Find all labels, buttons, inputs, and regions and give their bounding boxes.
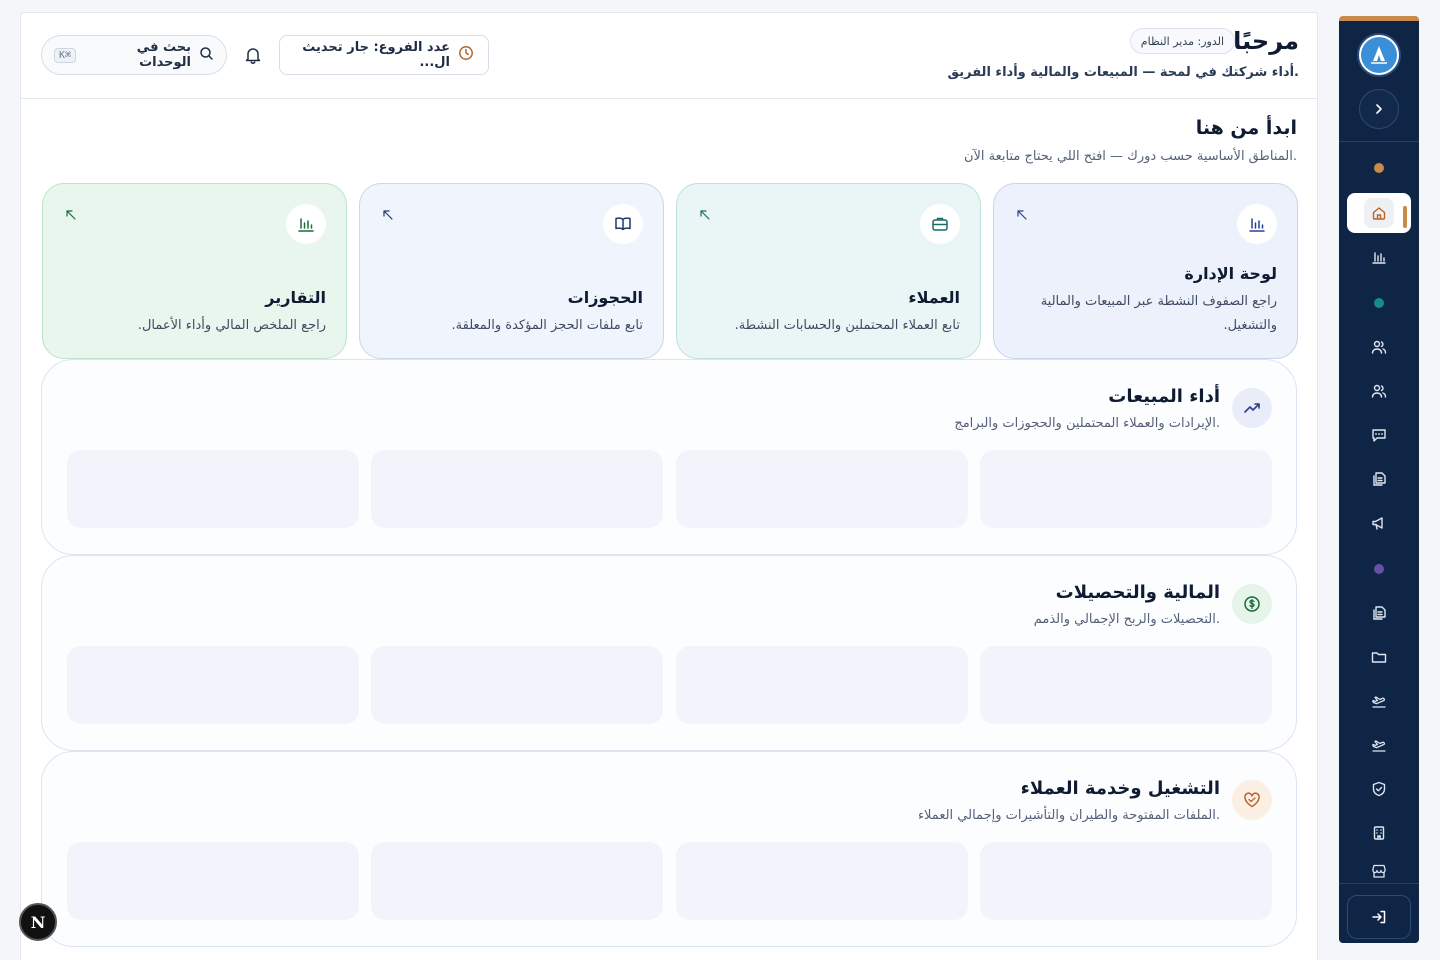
- page-subtitle: أداء شركتك في لمحة — المبيعات والمالية و…: [947, 65, 1299, 80]
- arrow-up-left-icon: [65, 206, 77, 220]
- heart-handshake-icon: [1232, 780, 1272, 820]
- finance-section: المالية والتحصيلات التحصيلات والربح الإج…: [41, 555, 1297, 751]
- users-icon: [1371, 340, 1387, 354]
- megaphone-icon: [1372, 517, 1383, 530]
- arrow-up-left-icon: [1016, 206, 1028, 220]
- book-icon: [603, 204, 643, 244]
- section-title: التشغيل وخدمة العملاء: [1020, 778, 1220, 799]
- search-shortcut: K⌘: [54, 47, 77, 63]
- kpi-skeleton: [676, 646, 968, 724]
- branch-count-box[interactable]: عدد الفروع: جار تحديث ال...: [279, 35, 489, 75]
- trending-up-icon: [1232, 388, 1272, 428]
- section-title: أداء المبيعات: [1108, 386, 1220, 407]
- files-icon: [1373, 472, 1386, 486]
- kpi-skeleton: [676, 842, 968, 920]
- message-icon: [1372, 429, 1386, 442]
- sidebar-item-home[interactable]: [1347, 193, 1411, 233]
- section-title: المالية والتحصيلات: [1055, 582, 1220, 603]
- module-search[interactable]: K⌘ بحث في الوحدات: [41, 35, 227, 75]
- clock-icon: [458, 45, 474, 65]
- arrow-up-left-icon: [699, 206, 711, 220]
- plane-icon: [1372, 740, 1386, 752]
- sidebar-item-branches[interactable]: [1347, 813, 1411, 853]
- bell-icon[interactable]: [243, 45, 263, 65]
- sidebar-divider: [1339, 883, 1419, 884]
- sidebar-item-campaigns[interactable]: [1347, 503, 1411, 543]
- store-icon: [1372, 864, 1386, 878]
- nav-group-dot: [1374, 163, 1384, 173]
- nav-group-dot: [1374, 564, 1384, 574]
- search-icon: [199, 46, 214, 65]
- operations-section: التشغيل وخدمة العملاء الملفات المفتوحة و…: [41, 751, 1297, 947]
- sidebar: [1339, 16, 1419, 943]
- kpi-skeleton: [371, 450, 663, 528]
- sidebar-item-store[interactable]: [1347, 857, 1411, 881]
- section-subtitle: الإيرادات والعملاء المحتملين والحجوزات و…: [954, 416, 1220, 431]
- quick-card-title: التقارير: [265, 288, 326, 307]
- nav-group-dot: [1374, 298, 1384, 308]
- sidebar-item-messages[interactable]: [1347, 415, 1411, 455]
- sidebar-item-folders[interactable]: [1347, 637, 1411, 677]
- role-badge: الدور: مدير النظام: [1129, 28, 1235, 54]
- page-header: مرحبًا الدور: مدير النظام أداء شركتك في …: [21, 13, 1317, 99]
- kpi-skeleton: [67, 646, 359, 724]
- shield-check-icon: [1372, 781, 1386, 797]
- sidebar-item-customers[interactable]: [1347, 327, 1411, 367]
- kpi-skeleton: [371, 842, 663, 920]
- sidebar-item-documents[interactable]: [1347, 459, 1411, 499]
- quick-card-title: العملاء: [908, 288, 960, 307]
- logout-icon: [1372, 910, 1386, 924]
- quick-card-admin-dashboard[interactable]: لوحة الإدارة راجع الصفوف النشطة عبر المب…: [993, 183, 1298, 359]
- kpi-skeleton: [371, 646, 663, 724]
- branch-count-label: عدد الفروع: جار تحديث ال...: [302, 40, 450, 70]
- section-subtitle: الملفات المفتوحة والطيران والتأشيرات وإج…: [917, 808, 1220, 823]
- quick-card-desc: راجع الملخص المالي وأداء الأعمال.: [137, 318, 326, 333]
- sidebar-divider: [1339, 141, 1419, 142]
- search-label: بحث في الوحدات: [136, 40, 191, 70]
- bar-chart-icon: [286, 204, 326, 244]
- quick-card-desc: تابع العملاء المحتملين والحسابات النشطة.: [734, 318, 960, 333]
- sidebar-item-visas[interactable]: [1347, 769, 1411, 809]
- main-panel: مرحبًا الدور: مدير النظام أداء شركتك في …: [20, 12, 1318, 960]
- quick-card-bookings[interactable]: الحجوزات تابع ملفات الحجز المؤكدة والمعل…: [359, 183, 664, 359]
- folder-icon: [1371, 652, 1387, 663]
- kpi-skeleton: [980, 646, 1272, 724]
- kpi-skeleton: [67, 450, 359, 528]
- kpi-skeleton: [67, 842, 359, 920]
- start-title: ابدأ من هنا: [1195, 117, 1297, 139]
- files-icon: [1373, 606, 1386, 620]
- sidebar-item-flights[interactable]: [1347, 681, 1411, 721]
- sales-performance-section: أداء المبيعات الإيرادات والعملاء المحتمل…: [41, 359, 1297, 555]
- arrow-up-left-icon: [382, 206, 394, 220]
- page-title: مرحبًا: [1233, 27, 1299, 55]
- logout-button[interactable]: [1347, 895, 1411, 939]
- sidebar-item-team[interactable]: [1347, 371, 1411, 411]
- app-logo[interactable]: [1357, 33, 1401, 77]
- quick-card-title: لوحة الإدارة: [1184, 264, 1277, 283]
- quick-card-desc: راجع الصفوف النشطة عبر المبيعات والمالية…: [1040, 294, 1277, 333]
- sidebar-item-dashboard[interactable]: [1347, 237, 1411, 277]
- plane-icon: [1372, 696, 1386, 708]
- dev-tools-badge[interactable]: N: [19, 903, 57, 941]
- quick-card-reports[interactable]: التقارير راجع الملخص المالي وأداء الأعما…: [42, 183, 347, 359]
- bar-chart-icon: [1237, 204, 1277, 244]
- briefcase-icon: [920, 204, 960, 244]
- dollar-icon: [1232, 584, 1272, 624]
- start-subtitle: المناطق الأساسية حسب دورك — افتح اللي يح…: [963, 149, 1297, 164]
- sidebar-item-flights-2[interactable]: [1347, 725, 1411, 765]
- kpi-skeleton: [980, 842, 1272, 920]
- bar-chart-icon: [1372, 252, 1386, 264]
- kpi-skeleton: [980, 450, 1272, 528]
- quick-card-desc: تابع ملفات الحجز المؤكدة والمعلقة.: [451, 318, 643, 333]
- users-icon: [1371, 384, 1387, 398]
- quick-card-customers[interactable]: العملاء تابع العملاء المحتملين والحسابات…: [676, 183, 981, 359]
- sidebar-item-files[interactable]: [1347, 593, 1411, 633]
- section-subtitle: التحصيلات والربح الإجمالي والذمم.: [1033, 612, 1220, 627]
- building-icon: [1373, 826, 1385, 840]
- quick-card-title: الحجوزات: [567, 288, 643, 307]
- active-indicator: [1403, 206, 1407, 228]
- kpi-skeleton: [676, 450, 968, 528]
- sidebar-collapse-button[interactable]: [1359, 89, 1399, 129]
